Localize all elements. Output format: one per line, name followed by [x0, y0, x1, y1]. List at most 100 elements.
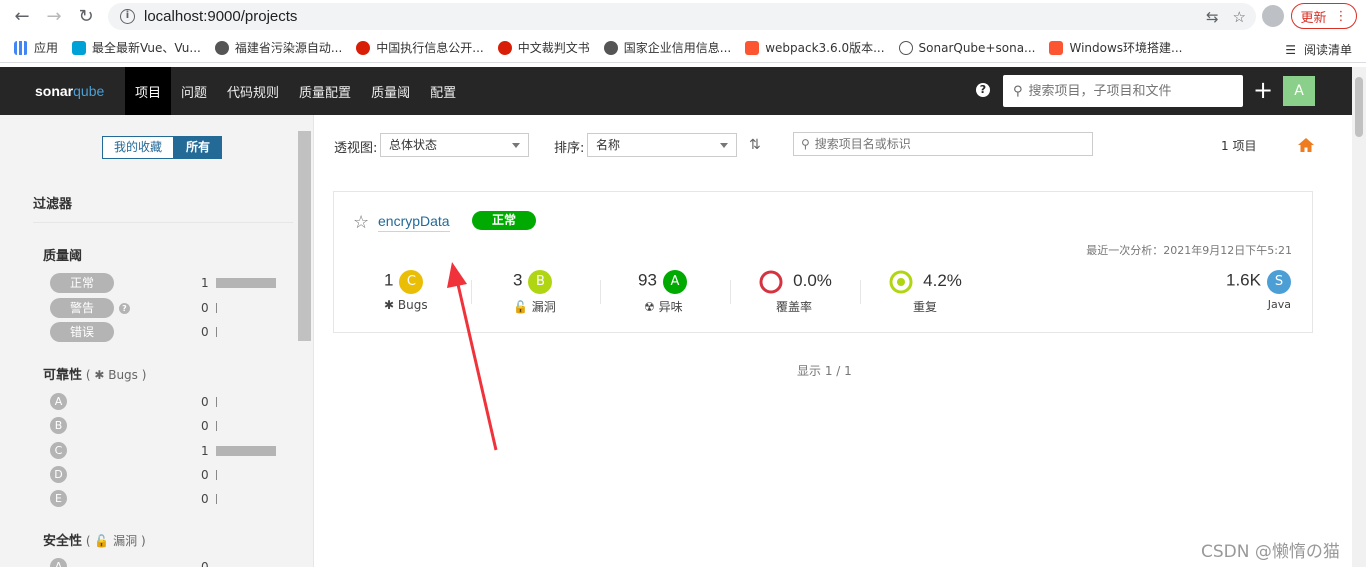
bilibili-icon: [72, 40, 87, 55]
all-button[interactable]: 所有: [174, 136, 223, 159]
facet-bar: [216, 278, 276, 288]
facet-bar: [216, 470, 217, 480]
bookmarks-bar: 应用 最全最新Vue、Vu... 福建省污染源自动... 中国执行信息公开...…: [0, 33, 1366, 63]
sonar-icon: [898, 40, 913, 55]
project-search-input[interactable]: [814, 137, 1085, 151]
bugs-metric[interactable]: 1C ✱ Bugs: [384, 270, 428, 312]
rating-e[interactable]: E: [50, 490, 67, 507]
facet-ok[interactable]: 正常: [50, 273, 114, 293]
help-icon[interactable]: ?: [119, 303, 130, 314]
help-icon[interactable]: ?: [976, 83, 990, 97]
divider: [730, 280, 731, 304]
divider: [860, 280, 861, 304]
translate-icon[interactable]: ⇆: [1206, 8, 1219, 26]
create-icon[interactable]: +: [1253, 77, 1273, 103]
rating-c[interactable]: C: [50, 442, 67, 459]
facet-bar: [216, 327, 217, 337]
bookmark-item[interactable]: 最全最新Vue、Vu...: [72, 39, 201, 56]
facet-count: 0: [201, 395, 209, 409]
watermark: CSDN @懒惰の猫: [1201, 542, 1340, 562]
bookmark-item[interactable]: 中国执行信息公开...: [356, 39, 484, 56]
page-scrollbar[interactable]: [1352, 67, 1366, 567]
reload-icon[interactable]: ↻: [70, 1, 102, 33]
apps-grid-icon: [14, 40, 28, 55]
menu-projects[interactable]: 项目: [125, 67, 172, 115]
facet-count: 0: [201, 468, 209, 482]
project-name-link[interactable]: encrypData: [378, 213, 450, 232]
menu-rules[interactable]: 代码规则: [217, 67, 289, 115]
favorites-toggle: 我的收藏 所有: [102, 136, 223, 159]
menu-issues[interactable]: 问题: [171, 67, 217, 115]
menu-quality-gates[interactable]: 质量阈: [361, 67, 420, 115]
code-smells-metric[interactable]: 93 A ☢ 异味: [638, 270, 687, 315]
bug-icon: ✱: [94, 368, 105, 382]
facet-bar: [216, 397, 217, 407]
project-search[interactable]: ⚲: [793, 132, 1093, 156]
divider: [600, 280, 601, 304]
search-icon: ⚲: [1013, 83, 1023, 99]
coverage-metric[interactable]: 0.0% 覆盖率: [759, 270, 832, 315]
avatar[interactable]: A: [1283, 76, 1315, 106]
bookmark-apps[interactable]: 应用: [14, 39, 58, 56]
favorite-star-icon[interactable]: ☆: [353, 212, 369, 233]
home-icon[interactable]: [1298, 138, 1314, 152]
forward-icon[interactable]: →: [38, 1, 70, 33]
global-search-input[interactable]: [1028, 83, 1229, 99]
main-menu: 项目 问题 代码规则 质量配置 质量阈 配置: [125, 67, 466, 115]
security-facet-title: 安全性 ( 🔓 漏洞 ): [43, 534, 146, 549]
vulnerabilities-metric[interactable]: 3B 🔓 漏洞: [513, 270, 556, 315]
csdn-icon: [1049, 40, 1064, 55]
chevron-down-icon: [512, 143, 520, 148]
last-analysis-date: 最近一次分析：2021年9月12日下午5:21: [1086, 244, 1292, 257]
rating-a[interactable]: A: [50, 558, 67, 567]
favorites-button[interactable]: 我的收藏: [102, 136, 175, 159]
reading-list-icon: ☰: [1285, 42, 1296, 57]
rating-a-badge: A: [662, 270, 687, 294]
facet-bar: [216, 421, 217, 431]
facet-count: 0: [201, 325, 209, 339]
url-text[interactable]: localhost:9000/projects: [144, 8, 297, 25]
emblem-icon: [497, 40, 512, 55]
sidebar-scrollbar[interactable]: [298, 131, 311, 341]
sonarqube-navbar: sonarqube 项目 问题 代码规则 质量配置 质量阈 配置 ? ⚲ + A: [0, 67, 1352, 115]
back-icon[interactable]: ←: [6, 1, 38, 33]
rating-a[interactable]: A: [50, 393, 67, 410]
menu-administration[interactable]: 配置: [420, 67, 466, 115]
rating-d[interactable]: D: [50, 466, 67, 483]
filters-sidebar: 我的收藏 所有 过滤器 质量阈 正常 1 警告 ? 0 错误 0 可靠性 ( ✱…: [0, 115, 314, 567]
rating-b[interactable]: B: [50, 417, 67, 434]
facet-bar: [216, 446, 276, 456]
bookmark-item[interactable]: 国家企业信用信息...: [603, 39, 731, 56]
scrollbar-thumb[interactable]: [1355, 77, 1363, 137]
sort-select[interactable]: 名称: [587, 133, 737, 157]
facet-error[interactable]: 错误: [50, 322, 114, 342]
update-button[interactable]: 更新 ⋮: [1291, 3, 1357, 29]
duplications-icon: [889, 270, 913, 294]
bug-icon: ✱: [384, 298, 395, 312]
duplications-metric[interactable]: 4.2% 重复: [889, 270, 962, 315]
browser-toolbar: ← → ↻ i localhost:9000/projects ⇆ ☆ 更新 ⋮: [0, 0, 1366, 33]
reading-list[interactable]: ☰ 阅读清单: [1285, 41, 1352, 58]
globe-icon: [603, 40, 618, 55]
sort-direction-icon[interactable]: ⇅: [749, 137, 761, 153]
bookmark-item[interactable]: webpack3.6.0版本...: [745, 39, 885, 56]
address-bar[interactable]: i localhost:9000/projects ⇆ ☆: [108, 3, 1256, 30]
bookmark-star-icon[interactable]: ☆: [1233, 8, 1246, 26]
bookmark-item[interactable]: Windows环境搭建...: [1049, 39, 1183, 56]
sonarqube-logo[interactable]: sonarqube: [35, 83, 125, 99]
project-count: 1 项目: [1221, 139, 1257, 153]
size-metric[interactable]: 1.6K S Java: [1226, 270, 1291, 311]
perspective-select[interactable]: 总体状态: [380, 133, 529, 157]
bookmark-item[interactable]: 中文裁判文书: [497, 39, 590, 56]
facet-bar: [216, 494, 217, 504]
info-icon[interactable]: i: [120, 9, 135, 24]
coverage-donut-icon: [759, 270, 783, 294]
global-search[interactable]: ⚲: [1003, 75, 1243, 107]
bookmark-item[interactable]: SonarQube+sona...: [898, 40, 1035, 55]
menu-quality-profiles[interactable]: 质量配置: [289, 67, 361, 115]
facet-count: 0: [201, 301, 209, 315]
profile-icon[interactable]: [1262, 5, 1284, 27]
facet-warn[interactable]: 警告: [50, 298, 114, 318]
facet-count: 0: [201, 492, 209, 506]
bookmark-item[interactable]: 福建省污染源自动...: [214, 39, 342, 56]
